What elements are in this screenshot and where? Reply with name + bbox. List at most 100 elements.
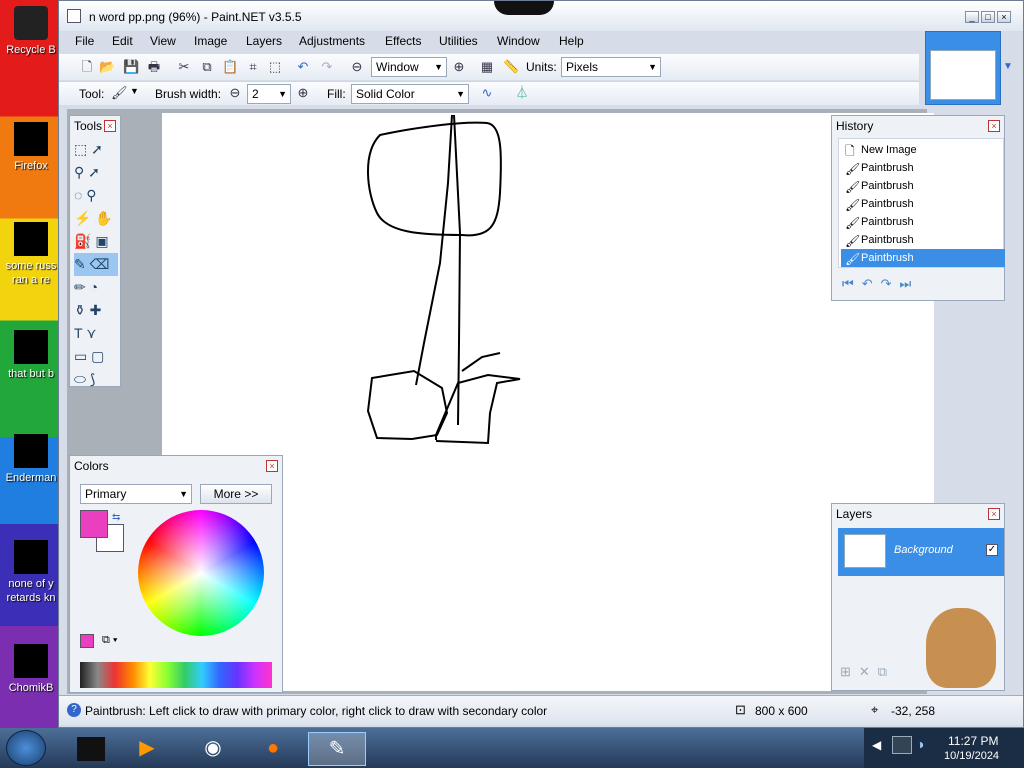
menu-help[interactable]: Help — [559, 34, 584, 48]
history-item[interactable]: 🗋 New Image — [841, 141, 1005, 159]
colors-close-icon[interactable]: × — [266, 460, 278, 472]
increase-width-icon[interactable]: ⊕ — [295, 85, 311, 101]
play-icon: ▶ — [139, 737, 155, 759]
layer-visibility-checkbox[interactable]: ✓ — [986, 544, 998, 556]
desktop-icon-recycle-bin[interactable]: Recycle B — [0, 6, 62, 57]
redo-icon[interactable]: ↷ — [319, 59, 335, 75]
tools-close-icon[interactable]: × — [104, 120, 116, 132]
tool-row: ⛽ ▣ — [74, 233, 109, 249]
zoom-in-icon[interactable]: ⊕ — [451, 59, 467, 75]
clock-time[interactable]: 11:27 PM — [948, 734, 998, 748]
chevron-down-icon: ▼ — [434, 62, 443, 72]
thumbnail-scroll-icon[interactable]: ▼ — [1003, 61, 1013, 72]
start-button[interactable] — [6, 730, 46, 766]
taskbar-paintnet[interactable]: ✎ — [308, 732, 366, 766]
grid-icon[interactable]: ▦ — [479, 59, 495, 75]
window-title: n word pp.png (96%) - Paint.NET v3.5.5 — [89, 10, 302, 24]
deselect-icon[interactable]: ⬚ — [267, 59, 283, 75]
tool-row: ⚡ ✋ — [74, 210, 113, 226]
paste-icon[interactable]: 📋 — [222, 59, 238, 75]
menu-file[interactable]: File — [75, 34, 94, 48]
primary-mini-swatch[interactable] — [80, 634, 94, 648]
taskbar-app-1[interactable] — [72, 732, 110, 766]
maximize-button[interactable]: □ — [981, 11, 995, 23]
history-panel: History × 🗋 New Image 🖌 Paintbrush 🖌 Paintb… — [831, 115, 1005, 301]
new-icon[interactable]: 🗋 — [79, 59, 95, 75]
history-item[interactable]: 🖌 Paintbrush — [841, 177, 1005, 195]
undo-icon[interactable]: ↶ — [295, 59, 311, 75]
volume-icon[interactable]: ◑ — [916, 736, 924, 752]
menu-image[interactable]: Image — [194, 34, 227, 48]
menu-edit[interactable]: Edit — [112, 34, 133, 48]
chevron-down-icon: ▼ — [648, 62, 657, 72]
tool-row: ⬚ ➚ — [74, 141, 103, 157]
menu-view[interactable]: View — [150, 34, 176, 48]
more-colors-button[interactable]: More >> — [200, 484, 272, 504]
units-select[interactable]: Pixels ▼ — [561, 57, 661, 77]
ruler-icon[interactable]: 📏 — [503, 59, 519, 75]
tool-dropdown-icon[interactable]: ▼ — [130, 86, 139, 96]
menu-adjustments[interactable]: Adjustments — [299, 34, 365, 48]
clock-date[interactable]: 10/19/2024 — [944, 750, 999, 762]
palette-menu-icon[interactable]: ⧉ ▾ — [102, 634, 118, 647]
taskbar-globe[interactable]: ◉ — [194, 732, 232, 766]
minimize-button[interactable]: _ — [965, 11, 979, 23]
menu-utilities[interactable]: Utilities — [439, 34, 478, 48]
tool-row: ▭ ▢ — [74, 348, 105, 364]
menu-window[interactable]: Window — [497, 34, 540, 48]
desktop-icon-file-3[interactable]: none of y retards kn — [0, 540, 62, 605]
history-close-icon[interactable]: × — [988, 120, 1000, 132]
swap-colors-icon[interactable]: ⇆ — [112, 512, 120, 523]
layers-close-icon[interactable]: × — [988, 508, 1000, 520]
history-item[interactable]: 🖌 Paintbrush — [841, 213, 1005, 231]
fill-select[interactable]: Solid Color ▼ — [351, 84, 469, 104]
paintbrush-tool-icon[interactable]: 🖌 — [111, 85, 128, 101]
title-bar[interactable]: n word pp.png (96%) - Paint.NET v3.5.5 _… — [59, 1, 1023, 31]
history-item[interactable]: 🖌 Paintbrush — [841, 159, 1005, 177]
tool-grid[interactable]: ⬚ ➚ ⚲ ➚ ◌ ⚲ ⚡ ✋ ⛽ ▣ ✎ ⌫ ✏ ◔ ⚱ ✚ T ⋎ ▭ ▢ … — [74, 138, 118, 387]
history-list: 🗋 New Image 🖌 Paintbrush 🖌 Paintbrush 🖌 Pain… — [838, 138, 1005, 268]
crop-icon[interactable]: ⌗ — [245, 59, 261, 75]
copy-icon[interactable]: ⧉ — [199, 59, 215, 75]
main-toolbar: 🗋 📂 💾 🖶 ✂ ⧉ 📋 ⌗ ⬚ ↶ ↷ ⊖ Window ▼ ⊕ ▦ 📏 Un… — [59, 54, 919, 80]
primary-color-swatch[interactable] — [80, 510, 108, 538]
desktop-icon-file-1[interactable]: some russ ran a re — [0, 222, 62, 287]
menu-layers[interactable]: Layers — [246, 34, 282, 48]
desktop-icon-firefox[interactable]: Firefox — [0, 122, 62, 173]
open-icon[interactable]: 📂 — [99, 59, 115, 75]
tray-expand-icon[interactable]: ◀ — [872, 738, 881, 752]
blend-mode-icon[interactable]: ⏃ — [514, 85, 530, 101]
desktop-icon-enderman[interactable]: Enderman — [0, 434, 62, 485]
desktop-icon-chomik[interactable]: ChomikB — [0, 644, 62, 695]
paintbrush-icon: 🖌 — [845, 252, 861, 266]
desktop-icon-file-2[interactable]: that but b — [0, 330, 62, 381]
print-icon[interactable]: 🖶 — [146, 59, 162, 75]
close-button[interactable]: × — [997, 11, 1011, 23]
history-controls[interactable]: ⏮↶↷⏭ — [842, 276, 919, 292]
zoom-select[interactable]: Window ▼ — [371, 57, 447, 77]
image-size-icon: ⊡ — [735, 702, 746, 717]
history-item[interactable]: 🖌 Paintbrush — [841, 195, 1005, 213]
image-thumbnail — [930, 50, 996, 100]
paintnet-window: n word pp.png (96%) - Paint.NET v3.5.5 _… — [58, 0, 1024, 728]
tool-row: ⚲ ➚ — [74, 164, 100, 180]
color-palette[interactable] — [80, 662, 272, 688]
taskbar-media-player[interactable]: ▶ — [128, 732, 166, 766]
menu-effects[interactable]: Effects — [385, 34, 421, 48]
image-thumbnail-tab[interactable] — [925, 31, 1001, 105]
zoom-out-icon[interactable]: ⊖ — [349, 59, 365, 75]
cut-icon[interactable]: ✂ — [176, 59, 192, 75]
color-wheel[interactable] — [138, 510, 264, 636]
history-item[interactable]: 🖌 Paintbrush — [841, 231, 1005, 249]
layer-item-background[interactable]: Background ✓ — [838, 528, 1004, 576]
layer-controls[interactable]: ⊞✕⧉ — [840, 664, 895, 680]
save-icon[interactable]: 💾 — [123, 59, 139, 75]
network-icon[interactable] — [892, 736, 912, 754]
antialias-icon[interactable]: ∿ — [479, 85, 495, 101]
brush-width-select[interactable]: 2 ▼ — [247, 84, 291, 104]
color-target-select[interactable]: Primary ▼ — [80, 484, 192, 504]
decrease-width-icon[interactable]: ⊖ — [227, 85, 243, 101]
tool-row-selected: ✎ ⌫ — [74, 253, 118, 276]
history-item-selected[interactable]: 🖌 Paintbrush — [841, 249, 1005, 267]
taskbar-firefox[interactable]: ● — [254, 732, 292, 766]
